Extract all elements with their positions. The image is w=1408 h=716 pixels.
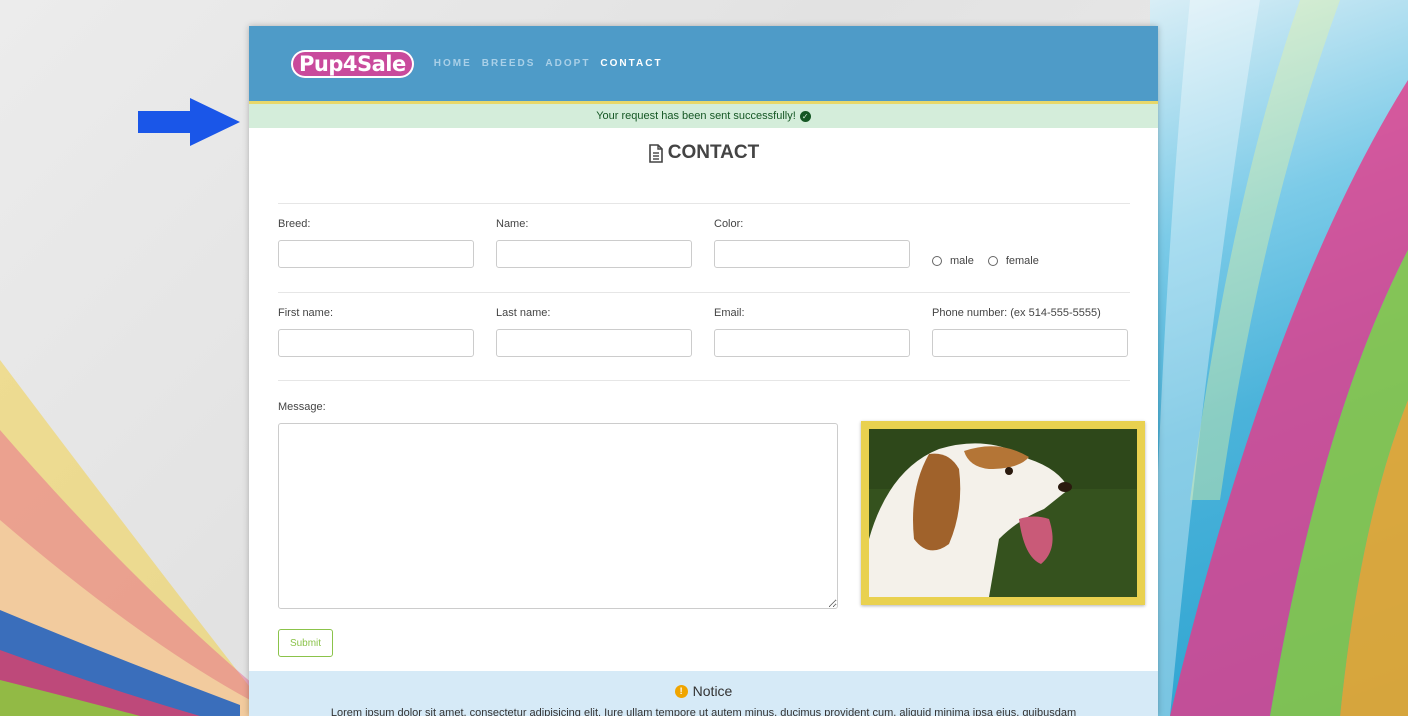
last-name-field-group: Last name: <box>496 307 692 357</box>
first-name-field-group: First name: <box>278 307 474 357</box>
first-name-label: First name: <box>278 307 334 319</box>
background-right-swirl <box>1150 0 1408 716</box>
gender-radio-group: male female <box>932 218 1039 268</box>
dog-photo-frame <box>861 421 1145 605</box>
owner-info-row: First name: Last name: Email: Phone numb… <box>278 307 1130 357</box>
nav-home[interactable]: HOME <box>434 58 472 69</box>
color-input[interactable] <box>714 240 910 268</box>
main-page: Pup4Sale HOME BREEDS ADOPT CONTACT Your … <box>249 26 1158 716</box>
name-label: Name: <box>496 218 529 230</box>
pet-info-row: Breed: Name: Color: male female <box>278 218 1130 268</box>
nav-adopt[interactable]: ADOPT <box>545 58 590 69</box>
breed-label: Breed: <box>278 218 311 230</box>
dog-photo <box>869 429 1137 597</box>
name-input[interactable] <box>496 240 692 268</box>
female-radio[interactable] <box>987 256 998 266</box>
message-label: Message: <box>278 401 326 413</box>
divider <box>278 203 1130 204</box>
color-label: Color: <box>714 218 744 230</box>
notice-text: Lorem ipsum dolor sit amet, consectetur … <box>330 707 1077 716</box>
logo[interactable]: Pup4Sale <box>291 49 414 78</box>
phone-label: Phone number: (ex 514-555-5555) <box>932 307 1101 319</box>
notice-title-text: Notice <box>692 683 733 699</box>
color-field-group: Color: <box>714 218 910 268</box>
female-label: female <box>1005 255 1039 267</box>
divider <box>278 380 1130 381</box>
email-label: Email: <box>714 307 745 319</box>
nav-breeds[interactable]: BREEDS <box>482 58 536 69</box>
check-circle-icon: ✓ <box>799 110 811 122</box>
page-title-text: CONTACT <box>667 142 760 163</box>
email-field-group: Email: <box>714 307 910 357</box>
notice-title: ! Notice <box>249 683 1158 699</box>
phone-input[interactable] <box>932 329 1128 357</box>
breed-input[interactable] <box>278 240 474 268</box>
submit-button[interactable]: Submit <box>278 629 333 657</box>
nav-contact[interactable]: CONTACT <box>600 58 662 69</box>
page-title: CONTACT <box>249 142 1158 164</box>
main-nav: HOME BREEDS ADOPT CONTACT <box>434 58 663 69</box>
divider <box>278 292 1130 293</box>
success-message: Your request has been sent successfully! <box>596 110 796 122</box>
last-name-input[interactable] <box>496 329 692 357</box>
site-header: Pup4Sale HOME BREEDS ADOPT CONTACT <box>249 26 1158 104</box>
male-radio[interactable] <box>932 256 942 266</box>
breed-field-group: Breed: <box>278 218 474 268</box>
email-input[interactable] <box>714 329 910 357</box>
arrow-right-icon <box>138 98 240 146</box>
contact-form: Breed: Name: Color: male female First na… <box>278 203 1145 657</box>
message-textarea[interactable] <box>278 423 838 609</box>
last-name-label: Last name: <box>496 307 551 319</box>
success-alert: Your request has been sent successfully!… <box>249 104 1158 128</box>
first-name-input[interactable] <box>278 329 474 357</box>
notice-panel: ! Notice Lorem ipsum dolor sit amet, con… <box>249 671 1158 716</box>
name-field-group: Name: <box>496 218 692 268</box>
info-icon: ! <box>674 684 688 698</box>
phone-field-group: Phone number: (ex 514-555-5555) <box>932 307 1128 357</box>
document-icon <box>648 143 663 163</box>
male-label: male <box>950 255 974 267</box>
